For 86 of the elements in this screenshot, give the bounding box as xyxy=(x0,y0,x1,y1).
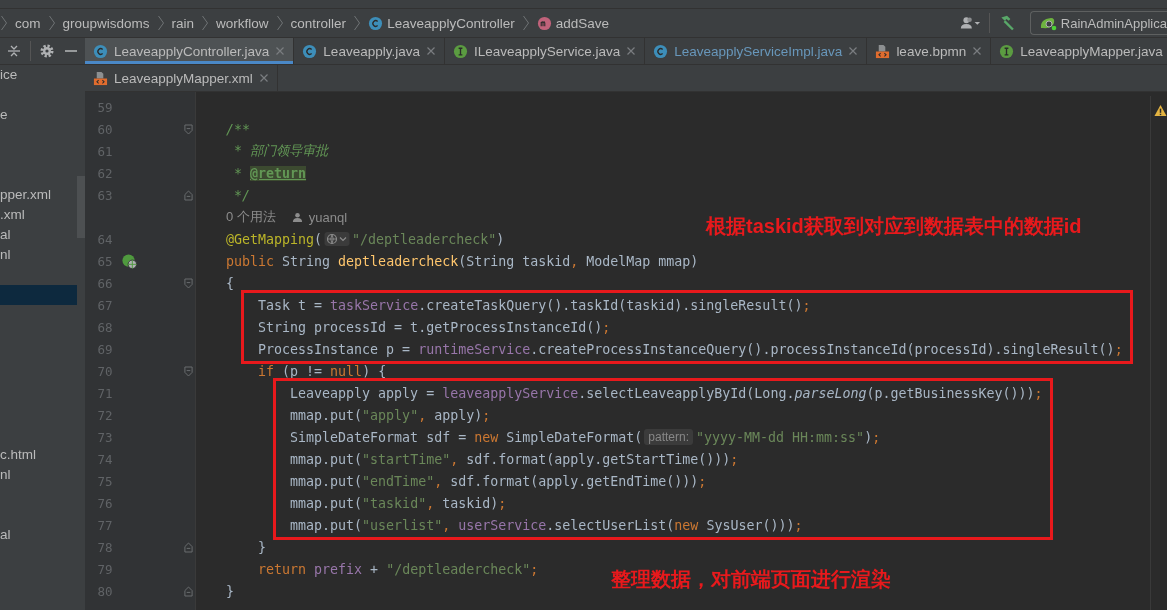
chevron-icon xyxy=(201,15,210,31)
interface-icon xyxy=(999,43,1015,59)
code-text: mmap.put("taskid", taskid); xyxy=(289,495,507,511)
code-text: String processId = t.getProcessInstanceId(); xyxy=(257,319,611,335)
code-text: */ xyxy=(233,187,251,203)
tree-item[interactable]: ice xyxy=(0,65,77,85)
tree-item[interactable]: nl xyxy=(0,465,77,485)
settings-icon[interactable] xyxy=(39,43,55,59)
fold-icon[interactable] xyxy=(184,189,193,201)
chevron-icon xyxy=(275,15,284,31)
run-configuration-dropdown[interactable]: RainAdminApplica xyxy=(1029,11,1167,35)
code-text: @GetMapping( xyxy=(226,231,323,247)
user-icon[interactable] xyxy=(958,15,981,31)
code-text: public String deptleadercheck(String taskid, ModelMap mmap) xyxy=(226,253,699,269)
tree-item[interactable]: al xyxy=(0,525,77,545)
author-hint[interactable]: yuanql xyxy=(308,209,348,225)
breadcrumb-label: addSave xyxy=(555,15,609,31)
tree-item[interactable]: e xyxy=(0,105,77,125)
fold-icon[interactable] xyxy=(184,365,193,377)
code-text: mmap.put("startTime", sdf.format(apply.getStartTime())); xyxy=(289,451,739,467)
globe-dropdown-icon[interactable] xyxy=(324,231,351,247)
code-text: mmap.put("userlist", userService.selectUserList(new SysUser())); xyxy=(289,517,803,533)
close-icon[interactable] xyxy=(258,73,269,83)
code-text: if (p != null) { xyxy=(257,363,387,379)
person-icon xyxy=(291,211,303,223)
chevron-icon xyxy=(0,15,8,31)
breadcrumb-item[interactable]: addSave xyxy=(533,15,612,31)
class-icon xyxy=(368,15,384,31)
code-text: "yyyy-MM-dd HH:mm:ss"); xyxy=(696,429,881,445)
class-icon xyxy=(653,43,669,59)
scrollbar-thumb[interactable] xyxy=(77,176,85,238)
code-text: SimpleDateFormat sdf = new SimpleDateFormat( xyxy=(289,429,643,445)
editor-tab[interactable]: ILeaveapplyService.java xyxy=(444,38,646,64)
usages-link[interactable]: 0 个用法 xyxy=(226,208,276,226)
code-text: } xyxy=(226,583,234,599)
fold-icon[interactable] xyxy=(184,123,193,135)
code-text: "/deptleadercheck") xyxy=(352,231,505,247)
class-icon xyxy=(302,43,318,59)
editor-tab[interactable]: LeaveapplyMapper.java xyxy=(991,38,1167,64)
code-text: { xyxy=(226,275,234,291)
code-text: mmap.put("apply", apply); xyxy=(289,407,491,423)
editor-tab[interactable]: LeaveapplyMapper.xml xyxy=(85,65,278,91)
editor-tab[interactable]: Leaveapply.java xyxy=(294,38,445,64)
warning-icon[interactable] xyxy=(1154,104,1167,117)
code-text: /** xyxy=(226,121,251,137)
parameter-hint: pattern: xyxy=(644,429,693,445)
chevron-icon xyxy=(353,15,362,31)
close-icon[interactable] xyxy=(626,46,637,56)
tree-item[interactable]: nl xyxy=(0,245,77,265)
annotation-note: 根据taskid获取到对应到数据表中的数据id xyxy=(706,215,1082,237)
code-text: ProcessInstance p = runtimeService.createProcessInstanceQuery().processInstanceId(processId).singleResult(); xyxy=(257,341,1123,357)
collapse-icon[interactable] xyxy=(6,43,22,59)
editor-tab[interactable]: LeaveapplyServiceImpl.java xyxy=(645,38,868,64)
close-icon[interactable] xyxy=(425,46,436,56)
globe-icon[interactable] xyxy=(120,252,138,270)
fold-icon[interactable] xyxy=(184,277,193,289)
code-text: Leaveapply apply = leaveapplyService.selectLeaveapplyById(Long.parseLong(p.getBusinessKey())); xyxy=(289,385,1043,401)
code-text: * 部门领导审批 xyxy=(233,142,329,160)
close-icon[interactable] xyxy=(848,46,859,56)
close-icon[interactable] xyxy=(972,46,983,56)
annotation-note: 整理数据，对前端页面进行渲染 xyxy=(611,568,891,590)
class-icon xyxy=(93,43,108,59)
chevron-icon xyxy=(521,15,530,31)
code-text: mmap.put("endTime", sdf.format(apply.getEndTime())); xyxy=(289,473,707,489)
chevron-icon xyxy=(156,15,165,31)
tree-item[interactable]: c.html xyxy=(0,445,77,465)
method-icon xyxy=(536,15,552,31)
tree-item[interactable]: .xml xyxy=(0,205,77,225)
code-text: } xyxy=(257,539,267,555)
breadcrumb-label: LeaveapplyController xyxy=(387,15,515,31)
chevron-icon xyxy=(47,15,56,31)
interface-icon xyxy=(452,43,468,59)
xml-file-icon xyxy=(875,43,891,59)
xml-file-icon xyxy=(93,70,108,86)
tree-item[interactable]: pper.xml xyxy=(0,185,77,205)
spring-bean-icon xyxy=(1038,15,1057,31)
tree-item[interactable]: al xyxy=(0,225,77,245)
editor-tab[interactable]: leave.bpmn xyxy=(867,38,992,64)
fold-icon[interactable] xyxy=(184,585,193,597)
close-icon[interactable] xyxy=(275,46,286,56)
breadcrumb-item[interactable]: LeaveapplyController xyxy=(365,15,518,31)
fold-icon[interactable] xyxy=(184,541,193,553)
code-text: * @return xyxy=(233,165,307,181)
editor-tab[interactable]: LeaveapplyController.java xyxy=(85,38,295,64)
code-text: return prefix + "/deptleadercheck"; xyxy=(257,561,539,577)
code-text: Task t = taskService.createTaskQuery().taskId(taskid).singleResult(); xyxy=(257,297,811,313)
